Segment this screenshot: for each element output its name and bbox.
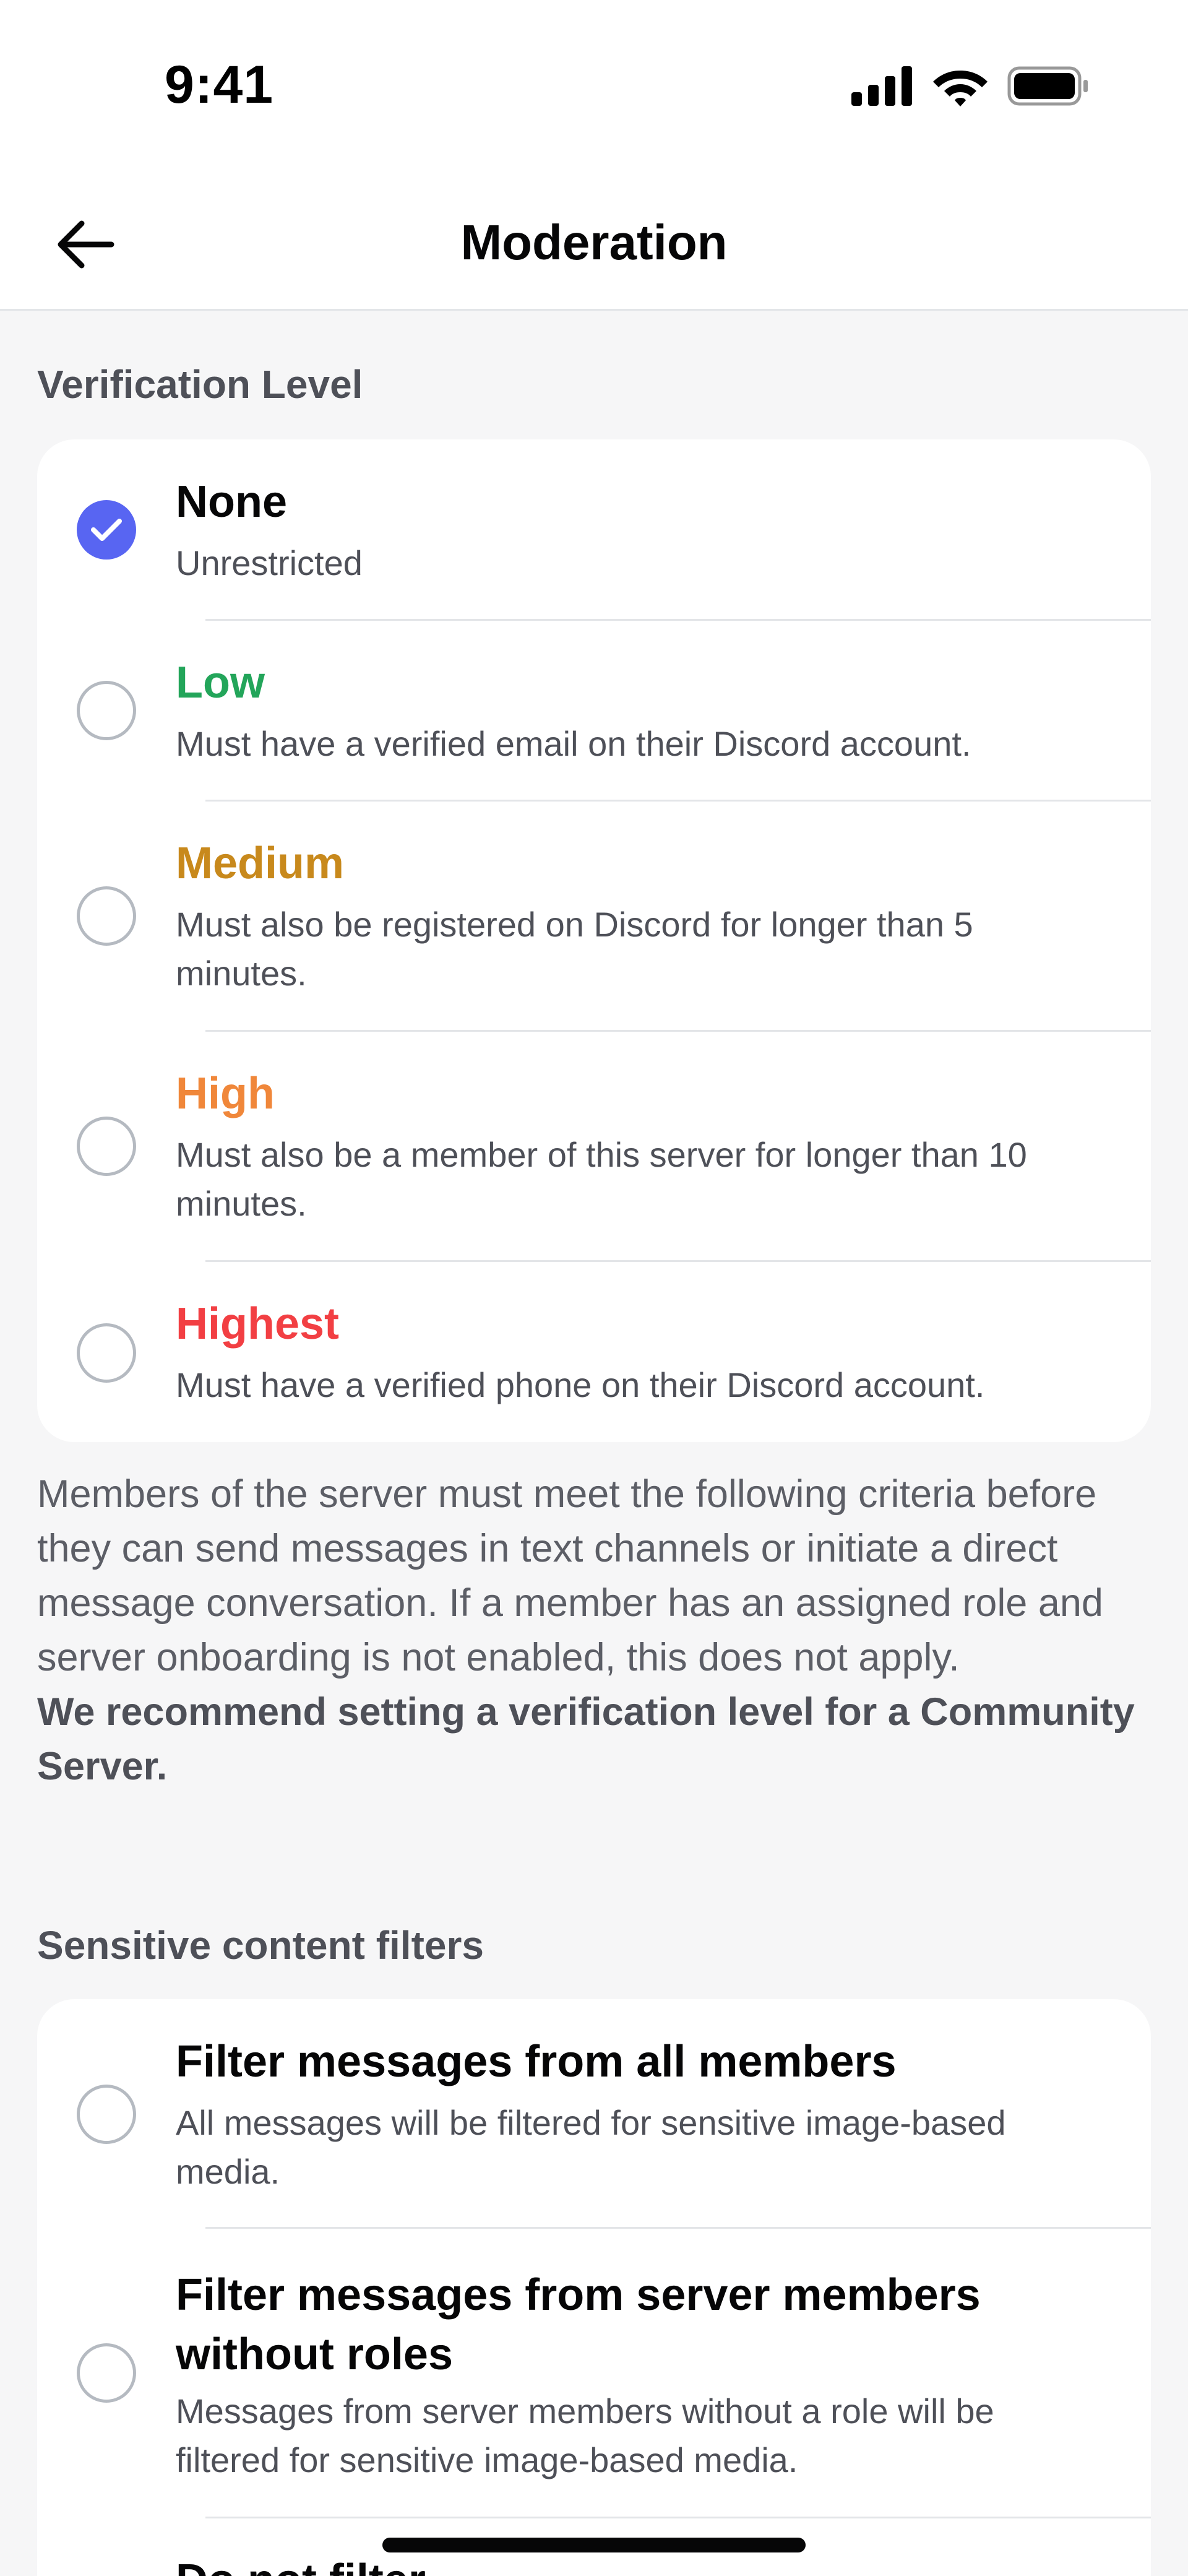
option-description: Must have a verified email on their Disc… bbox=[176, 724, 971, 763]
content-filters-section-title: Sensitive content filters bbox=[37, 1923, 484, 1968]
verification-section-title: Verification Level bbox=[37, 362, 363, 407]
radio-button[interactable] bbox=[77, 1323, 136, 1383]
option-title: Do not filter bbox=[176, 2555, 426, 2576]
radio-button[interactable] bbox=[77, 2343, 136, 2403]
verification-option-highest[interactable]: Highest Must have a verified phone on th… bbox=[37, 1261, 1151, 1442]
radio-button[interactable] bbox=[77, 2085, 136, 2144]
option-description: Unrestricted bbox=[176, 543, 363, 582]
verification-help-text: Members of the server must meet the foll… bbox=[37, 1467, 1151, 1794]
option-description: Must have a verified phone on their Disc… bbox=[176, 1365, 985, 1404]
check-icon bbox=[91, 519, 122, 541]
option-description: Messages from server members without a r… bbox=[176, 2392, 994, 2479]
home-indicator bbox=[382, 2538, 806, 2552]
option-title: Filter messages from server members with… bbox=[176, 2270, 981, 2379]
moderation-screen: 9:41 Moderation Verification Level None … bbox=[0, 0, 1188, 2576]
verification-option-medium[interactable]: Medium Must also be registered on Discor… bbox=[37, 801, 1151, 1031]
option-description: Must also be registered on Discord for l… bbox=[176, 905, 973, 993]
radio-button[interactable] bbox=[77, 1117, 136, 1176]
content-filters-card: Filter messages from all members All mes… bbox=[37, 1999, 1151, 2576]
filter-option-all-members[interactable]: Filter messages from all members All mes… bbox=[37, 1999, 1151, 2228]
filter-option-members-without-roles[interactable]: Filter messages from server members with… bbox=[37, 2228, 1151, 2518]
wifi-icon bbox=[933, 71, 988, 106]
recommendation-text: We recommend setting a verification leve… bbox=[37, 1690, 1135, 1788]
cellular-signal-icon bbox=[851, 66, 912, 106]
option-title: Medium bbox=[176, 839, 345, 888]
option-title: Highest bbox=[176, 1299, 340, 1349]
status-time: 9:41 bbox=[165, 55, 274, 115]
option-title: Filter messages from all members bbox=[176, 2037, 897, 2086]
verification-option-low[interactable]: Low Must have a verified email on their … bbox=[37, 620, 1151, 801]
verification-level-card: None Unrestricted Low Must have a verifi… bbox=[37, 439, 1151, 1442]
help-description: Members of the server must meet the foll… bbox=[37, 1472, 1103, 1679]
option-title: High bbox=[176, 1069, 275, 1118]
status-bar: 9:41 bbox=[0, 0, 1188, 179]
option-description: All messages will be filtered for sensit… bbox=[176, 2103, 1006, 2191]
option-description: Must also be a member of this server for… bbox=[176, 1135, 1027, 1223]
option-title: None bbox=[176, 477, 287, 527]
verification-option-none[interactable]: None Unrestricted bbox=[37, 439, 1151, 620]
radio-button[interactable] bbox=[77, 681, 136, 740]
status-icons bbox=[851, 66, 1089, 106]
nav-header: Moderation bbox=[0, 179, 1188, 311]
verification-option-high[interactable]: High Must also be a member of this serve… bbox=[37, 1031, 1151, 1261]
option-title: Low bbox=[176, 658, 265, 707]
radio-button[interactable] bbox=[77, 886, 136, 946]
radio-checked[interactable] bbox=[77, 500, 136, 560]
page-title: Moderation bbox=[460, 215, 728, 270]
battery-icon bbox=[1007, 66, 1088, 106]
